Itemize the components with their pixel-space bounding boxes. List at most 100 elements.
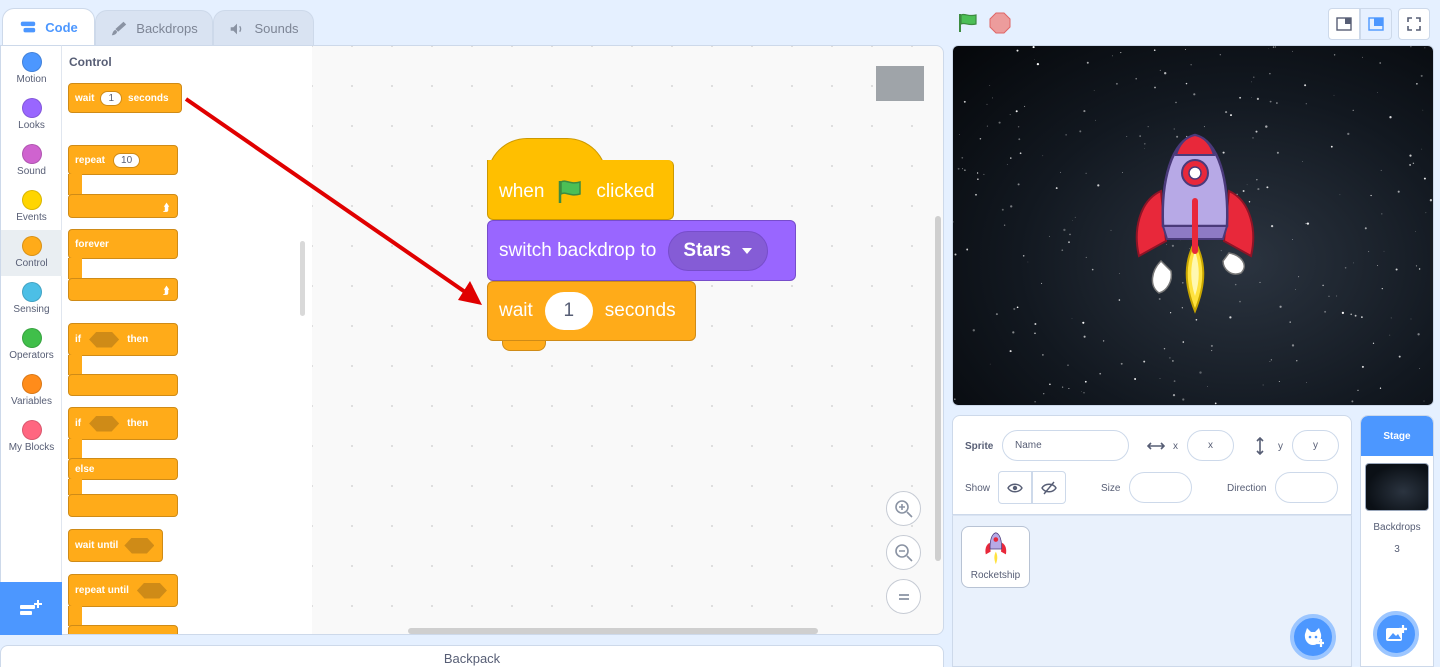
choose-sprite-button[interactable] <box>1290 614 1336 660</box>
block-text: clicked <box>596 180 655 202</box>
block-number-input[interactable]: 1 <box>100 90 123 106</box>
star <box>1324 310 1327 313</box>
palette-scrollbar[interactable] <box>300 241 305 316</box>
boolean-slot[interactable] <box>136 582 167 599</box>
direction-field[interactable] <box>1275 472 1338 503</box>
small-stage-button[interactable] <box>1328 8 1360 40</box>
palette-if-then-block[interactable]: if then <box>68 323 178 398</box>
category-dot <box>21 282 42 302</box>
backdrop-dropdown[interactable]: Stars <box>668 230 768 271</box>
star <box>1153 49 1156 52</box>
star <box>1357 389 1359 392</box>
star <box>1219 54 1221 56</box>
x-position-field[interactable]: x <box>1187 430 1234 461</box>
star <box>1344 267 1347 269</box>
block-text: seconds <box>604 300 676 321</box>
zoom-out-icon <box>894 543 913 562</box>
category-events[interactable]: Events <box>1 184 62 230</box>
sprite-tile-rocketship[interactable]: Rocketship <box>961 526 1030 588</box>
show-sprite-button[interactable] <box>998 471 1032 504</box>
boolean-slot[interactable] <box>124 537 155 554</box>
zoom-in-button[interactable] <box>886 491 921 526</box>
zoom-reset-button[interactable] <box>886 579 921 614</box>
stop-button[interactable] <box>989 12 1011 39</box>
block-text: when <box>499 180 545 202</box>
category-looks[interactable]: Looks <box>1 92 62 138</box>
green-flag-button[interactable] <box>957 12 979 39</box>
add-extension-button[interactable] <box>0 582 62 635</box>
category-sensing[interactable]: Sensing <box>1 276 62 322</box>
script-workspace[interactable]: when clicked switch backdrop to Stars wa… <box>312 45 944 635</box>
y-position-field[interactable]: y <box>1292 430 1339 461</box>
category-sound[interactable]: Sound <box>1 138 62 184</box>
palette-if-else-block[interactable]: if then else <box>68 407 178 520</box>
star <box>1055 187 1058 190</box>
star <box>1210 344 1213 347</box>
fullscreen-button[interactable] <box>1398 8 1430 40</box>
sprite-list-panel: Rocketship <box>952 515 1352 667</box>
category-label: Sound <box>17 166 46 177</box>
star <box>1423 177 1426 180</box>
category-variables[interactable]: Variables <box>1 368 62 414</box>
palette-section-title: Control <box>69 55 112 69</box>
star <box>1352 109 1354 112</box>
x-label: x <box>1173 441 1178 452</box>
star <box>1397 190 1400 193</box>
star <box>1418 268 1421 270</box>
star <box>1019 152 1022 155</box>
backpack-panel[interactable]: Backpack <box>0 645 944 667</box>
hide-sprite-button[interactable] <box>1032 471 1066 504</box>
choose-backdrop-button[interactable] <box>1373 611 1419 657</box>
size-field[interactable] <box>1129 472 1192 503</box>
sprite-name-field[interactable]: Name <box>1002 430 1129 461</box>
wait-seconds-block[interactable]: wait 1 seconds <box>487 281 696 351</box>
category-control[interactable]: Control <box>1 230 62 276</box>
star <box>1159 69 1161 71</box>
paintbrush-icon <box>112 21 127 35</box>
star <box>986 125 988 127</box>
star <box>1084 380 1087 383</box>
category-operators[interactable]: Operators <box>1 322 62 368</box>
workspace-horizontal-scrollbar[interactable] <box>408 628 818 634</box>
stage-selector-panel[interactable]: Stage Backdrops 3 <box>1360 415 1434 667</box>
when-flag-clicked-block[interactable]: when clicked <box>487 138 674 230</box>
palette-wait-until-block[interactable]: wait until <box>68 529 163 562</box>
star <box>1377 264 1379 266</box>
palette-repeat-block[interactable]: repeat 10 ⮭ <box>68 145 178 221</box>
palette-forever-block[interactable]: forever ⮭ <box>68 229 178 301</box>
add-extension-icon <box>20 599 42 615</box>
category-motion[interactable]: Motion <box>1 46 62 92</box>
tab-code[interactable]: Code <box>2 8 95 45</box>
tab-backdrops[interactable]: Backdrops <box>95 10 213 46</box>
star <box>1333 94 1335 96</box>
workspace-vertical-scrollbar[interactable] <box>935 216 941 561</box>
switch-backdrop-block[interactable]: switch backdrop to Stars <box>487 220 796 281</box>
star <box>1068 241 1070 244</box>
stage-canvas[interactable] <box>952 45 1434 406</box>
category-my-blocks[interactable]: My Blocks <box>1 414 62 460</box>
tab-sounds[interactable]: Sounds <box>213 10 314 46</box>
palette-wait-block[interactable]: wait 1 seconds <box>68 83 182 113</box>
palette-repeat-until-block[interactable]: repeat until <box>68 574 178 634</box>
star <box>961 168 963 170</box>
star <box>1305 103 1307 105</box>
dropdown-value: Stars <box>683 239 731 261</box>
boolean-slot[interactable] <box>89 415 120 432</box>
star <box>1093 90 1095 92</box>
star <box>1134 378 1137 380</box>
star <box>1368 251 1370 253</box>
rocketship-sprite[interactable] <box>1131 131 1261 321</box>
dropdown-caret-icon <box>741 247 752 254</box>
seconds-input[interactable]: 1 <box>544 292 593 330</box>
category-menu: Motion Looks Sound Events Control Sensin… <box>0 45 62 635</box>
star <box>1115 82 1118 85</box>
star <box>1353 262 1354 264</box>
star <box>1279 305 1282 308</box>
star <box>1043 393 1045 395</box>
star <box>1362 56 1363 58</box>
star <box>954 253 957 256</box>
block-number-input[interactable]: 10 <box>113 152 141 168</box>
large-stage-button[interactable] <box>1360 8 1392 40</box>
boolean-slot[interactable] <box>89 331 120 348</box>
zoom-out-button[interactable] <box>886 535 921 570</box>
